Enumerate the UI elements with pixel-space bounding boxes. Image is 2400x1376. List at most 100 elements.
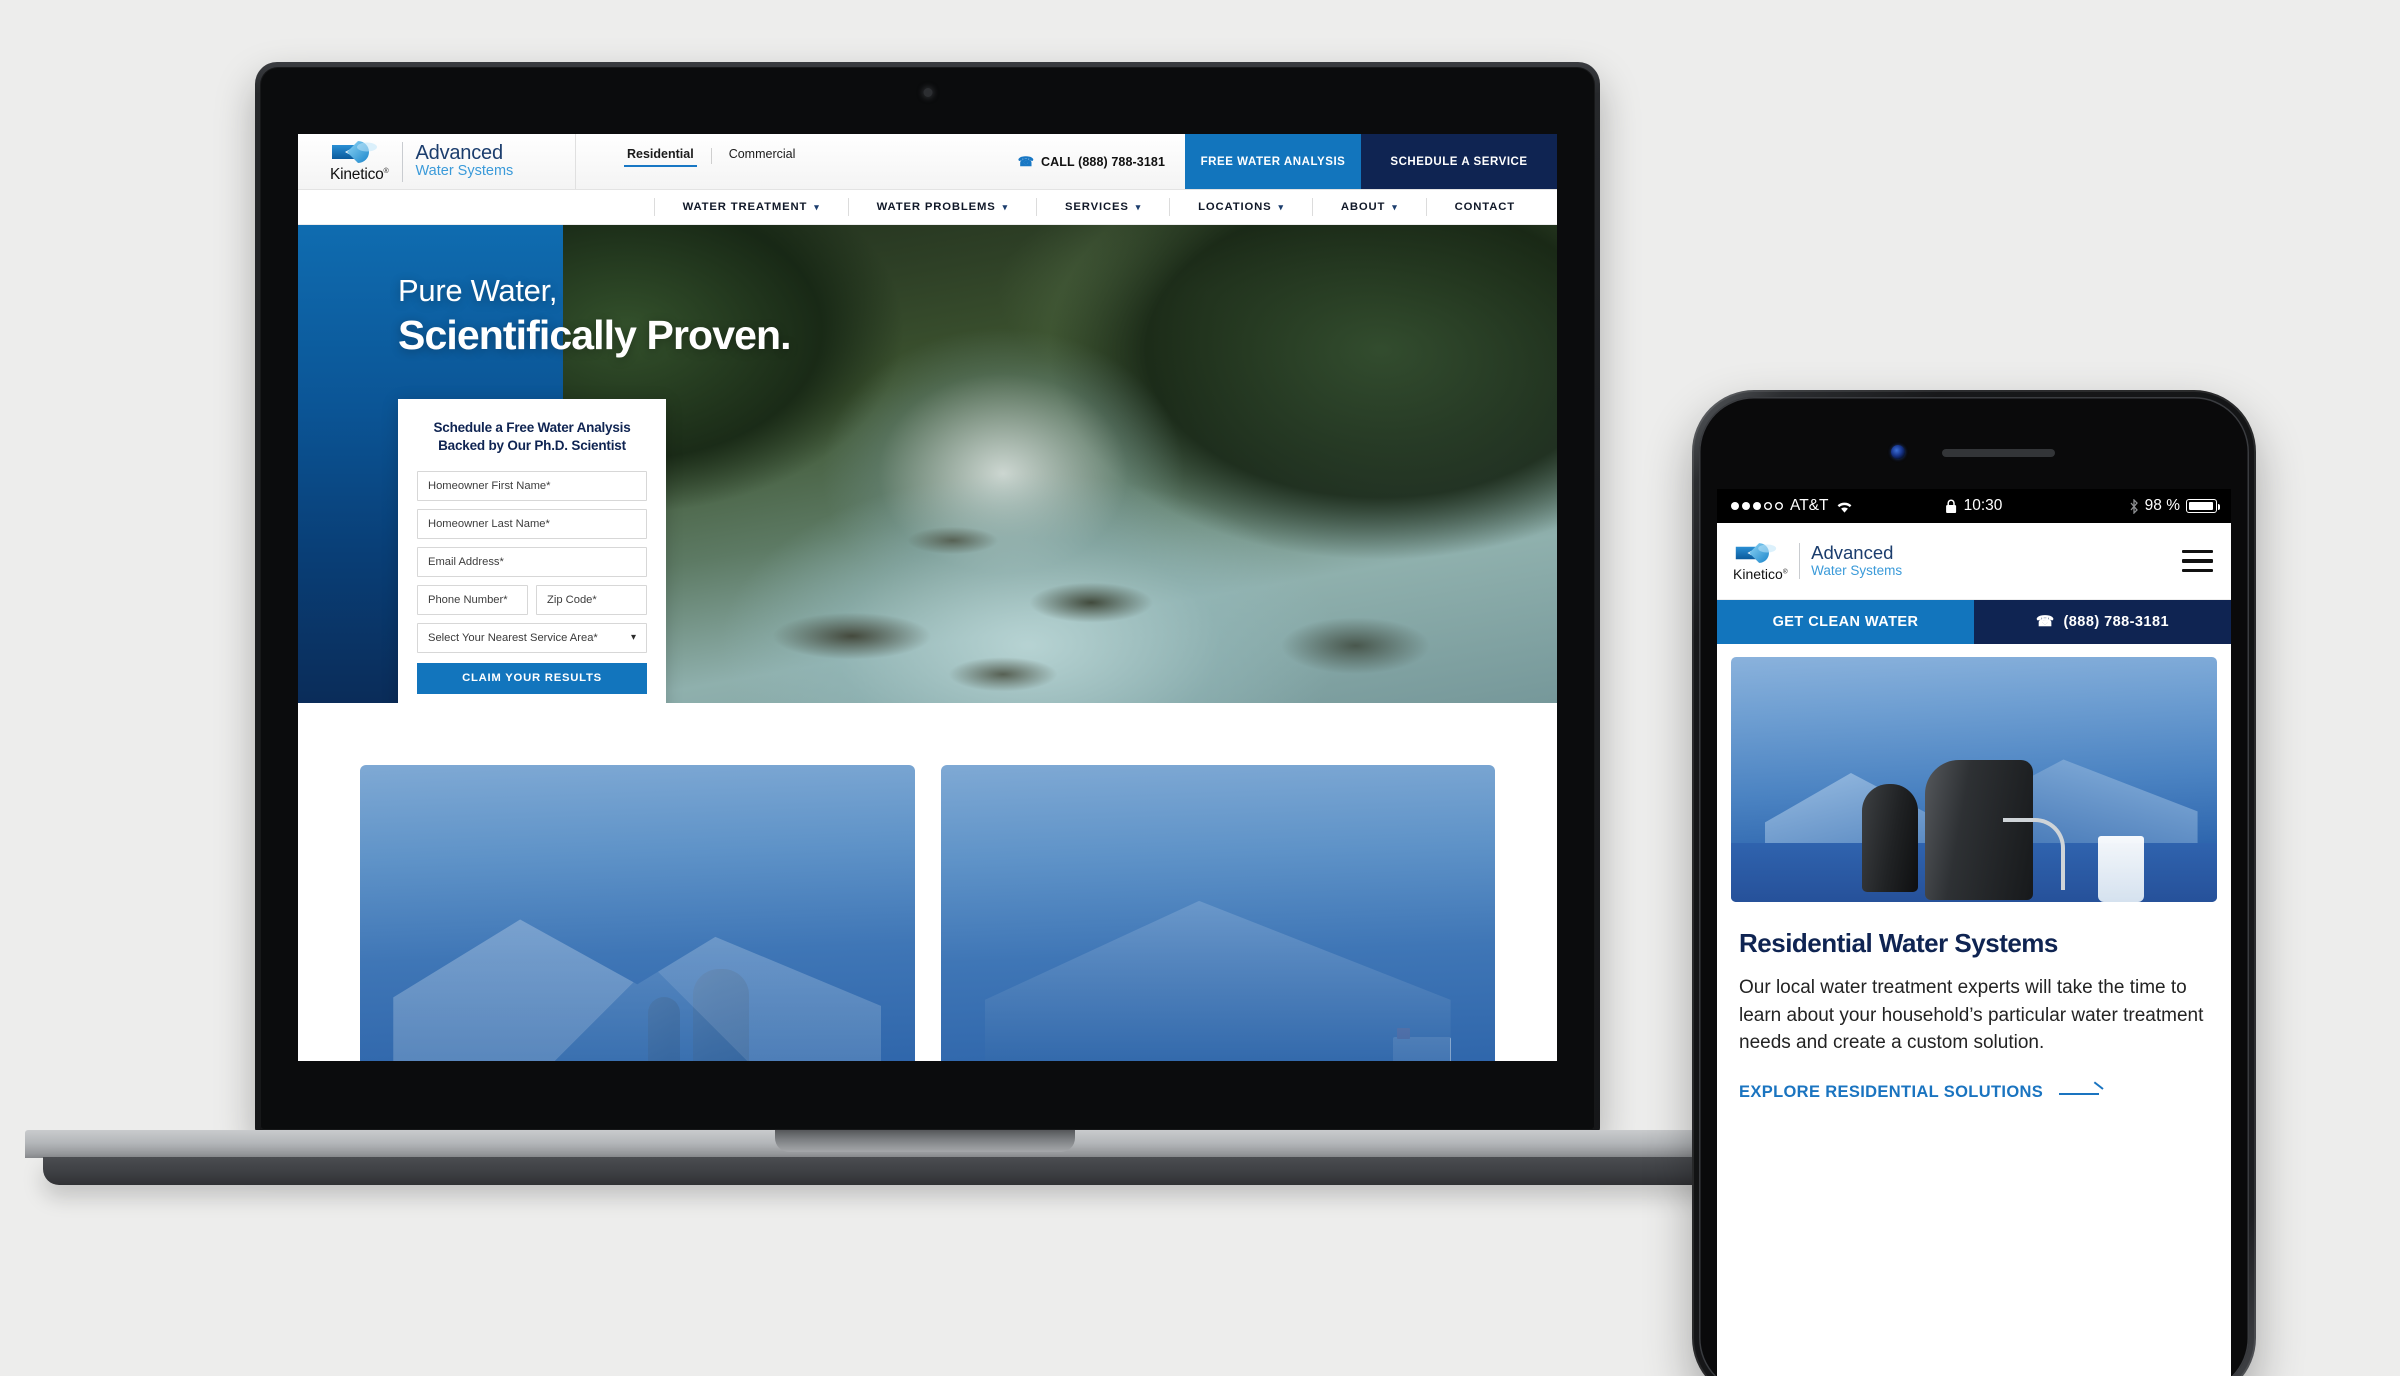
residential-card-image[interactable]: [360, 765, 915, 1061]
zip-code-input[interactable]: [536, 584, 647, 615]
water-softener-graphic: [692, 969, 749, 1061]
solution-cards: [298, 703, 1557, 1061]
nav-item-water-treatment[interactable]: WATER TREATMENT ▾: [653, 198, 849, 216]
schedule-a-service-button[interactable]: SCHEDULE A SERVICE: [1361, 134, 1557, 189]
status-right: 98 %: [2129, 497, 2221, 515]
mobile-hero-image: [1731, 657, 2217, 902]
form-title-line2: Backed by Our Ph.D. Scientist: [438, 437, 626, 453]
section-paragraph: Our local water treatment experts will t…: [1739, 977, 2204, 1054]
battery-icon: [2186, 499, 2221, 513]
laptop-base-bottom: [43, 1157, 1807, 1185]
explore-link-label: EXPLORE RESIDENTIAL SOLUTIONS: [1739, 1083, 2044, 1102]
wifi-icon: [1838, 502, 1852, 513]
dealer-name-line1: Advanced: [415, 141, 504, 164]
mobile-header: Kinetico® Advanced Water Systems: [1717, 523, 2231, 600]
service-area-select-wrapper: ▾: [417, 622, 647, 661]
laptop-webcam-icon: [923, 88, 932, 97]
phone-device-mockup: AT&T 10:30 98 % Kinetico® Advanced Water…: [1692, 390, 2256, 1376]
phone-input[interactable]: [417, 584, 528, 615]
brine-tank-graphic: [1862, 784, 1919, 893]
faucet-graphic: [2003, 817, 2066, 890]
email-input[interactable]: [417, 546, 647, 577]
mobile-site-logo[interactable]: Kinetico® Advanced Water Systems: [1733, 541, 1902, 582]
get-clean-water-button[interactable]: GET CLEAN WATER: [1717, 600, 1974, 644]
laptop-base-notch: [775, 1130, 1075, 1152]
laptop-lid: Kinetico® Advanced Water Systems Residen…: [255, 62, 1600, 1134]
battery-percent-label: 98 %: [2144, 497, 2180, 514]
nav-item-about[interactable]: ABOUT ▾: [1313, 198, 1427, 216]
phone-zip-row: [417, 584, 647, 623]
service-area-select[interactable]: [417, 622, 647, 653]
signal-strength-icon: [1731, 502, 1783, 510]
tab-residential[interactable]: Residential: [610, 147, 711, 167]
mobile-call-button[interactable]: ☎ (888) 788-3181: [1974, 600, 2231, 644]
call-link-label: CALL (888) 788-3181: [1041, 154, 1165, 169]
site-topbar: Kinetico® Advanced Water Systems Residen…: [298, 134, 1557, 190]
logo-divider: [401, 141, 403, 182]
below-fold-section: [298, 703, 1557, 1061]
laptop-base-top: [25, 1130, 1825, 1158]
service-truck-graphic: [1392, 1028, 1451, 1061]
kinetico-logo: Kinetico®: [330, 139, 389, 184]
audience-tabs: Residential Commercial: [576, 134, 812, 189]
nav-label: WATER PROBLEMS: [876, 201, 996, 213]
chevron-down-icon: ▾: [1278, 201, 1284, 212]
dealer-name: Advanced Water Systems: [1811, 543, 1902, 578]
free-water-analysis-button[interactable]: FREE WATER ANALYSIS: [1185, 134, 1361, 189]
water-analysis-form: Schedule a Free Water Analysis Backed by…: [398, 399, 666, 703]
carrier-label: AT&T: [1790, 497, 1829, 514]
status-left: AT&T: [1731, 497, 1854, 515]
mobile-call-label: (888) 788-3181: [2063, 614, 2169, 630]
laptop-base: [25, 1130, 1825, 1186]
nav-item-services[interactable]: SERVICES ▾: [1037, 198, 1171, 216]
kinetico-wordmark-text: Kinetico: [1733, 565, 1783, 582]
section-heading: Residential Water Systems: [1739, 928, 2058, 958]
kinetico-wordmark: Kinetico®: [330, 166, 389, 183]
phone-status-bar: AT&T 10:30 98 %: [1717, 489, 2231, 523]
phone-screen-viewport: AT&T 10:30 98 % Kinetico® Advanced Water…: [1717, 489, 2231, 1376]
brine-tank-graphic: [648, 997, 681, 1061]
chevron-down-icon: ▾: [1002, 201, 1009, 212]
clock-label: 10:30: [1963, 497, 2003, 514]
nav-label: LOCATIONS: [1198, 201, 1272, 213]
claim-your-results-button[interactable]: CLAIM YOUR RESULTS: [417, 662, 647, 694]
explore-residential-solutions-link[interactable]: EXPLORE RESIDENTIAL SOLUTIONS: [1739, 1083, 2209, 1102]
hero-headline-line1: Pure Water,: [398, 273, 558, 308]
last-name-input[interactable]: [417, 508, 647, 539]
hamburger-menu-icon[interactable]: [2182, 549, 2213, 573]
mobile-content-block: Residential Water Systems Our local wate…: [1717, 902, 2231, 1102]
nav-item-locations[interactable]: LOCATIONS ▾: [1170, 198, 1313, 216]
phone-earpiece-speaker: [1942, 449, 2055, 457]
phone-handset-icon: ☎: [1017, 153, 1035, 169]
bluetooth-icon: [2130, 498, 2138, 514]
hero-headline: Pure Water, Scientifically Proven.: [398, 273, 792, 359]
status-center: 10:30: [1946, 497, 2003, 515]
kinetico-wordmark: Kinetico®: [1733, 565, 1788, 582]
first-name-input[interactable]: [417, 470, 647, 501]
tab-commercial[interactable]: Commercial: [712, 147, 813, 167]
form-title: Schedule a Free Water Analysis Backed by…: [417, 419, 647, 455]
nav-item-water-problems[interactable]: WATER PROBLEMS ▾: [849, 198, 1038, 216]
nav-label: CONTACT: [1454, 201, 1515, 213]
laptop-device-mockup: Kinetico® Advanced Water Systems Residen…: [25, 62, 1825, 1185]
lock-icon: [1946, 499, 1957, 513]
kinetico-wordmark-text: Kinetico: [330, 166, 384, 183]
commercial-card-image[interactable]: [940, 765, 1495, 1061]
phone-handset-icon: ☎: [2036, 614, 2055, 630]
topbar-actions: ☎ CALL (888) 788-3181 FREE WATER ANALYSI…: [998, 134, 1557, 189]
site-logo[interactable]: Kinetico® Advanced Water Systems: [298, 134, 576, 189]
chevron-down-icon: ▾: [814, 201, 820, 212]
nav-label: ABOUT: [1340, 201, 1386, 213]
laptop-screen-viewport: Kinetico® Advanced Water Systems Residen…: [298, 134, 1557, 1061]
hero-headline-line2: Scientifically Proven.: [398, 312, 792, 358]
kinetico-logo: Kinetico®: [1733, 541, 1788, 582]
chevron-down-icon: ▾: [1392, 201, 1398, 212]
nav-item-contact[interactable]: CONTACT: [1427, 198, 1515, 216]
main-navigation: WATER TREATMENT ▾ WATER PROBLEMS ▾ SERVI…: [298, 190, 1557, 225]
phone-front-camera-icon: [1891, 445, 1905, 459]
nav-label: WATER TREATMENT: [682, 201, 808, 213]
logo-divider: [1798, 543, 1801, 579]
dealer-name: Advanced Water Systems: [415, 141, 514, 180]
mobile-cta-bar: GET CLEAN WATER ☎ (888) 788-3181: [1717, 600, 2231, 644]
call-link[interactable]: ☎ CALL (888) 788-3181: [998, 134, 1185, 189]
